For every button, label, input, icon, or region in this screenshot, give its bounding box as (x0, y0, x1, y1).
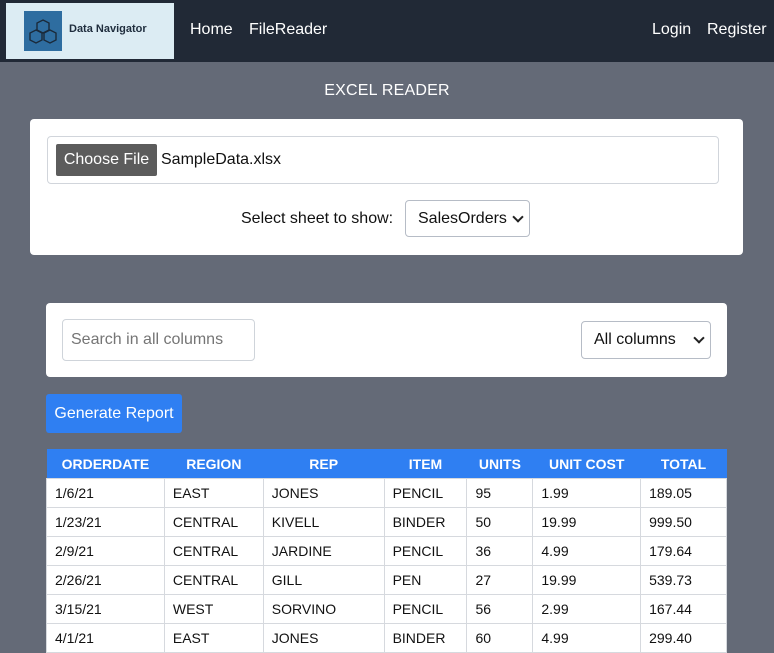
cell-orderdate: 1/6/21 (46, 478, 165, 508)
cell-rep: SORVINO (262, 594, 385, 624)
generate-report-button[interactable]: Generate Report (46, 394, 182, 433)
cell-region: CENTRAL (163, 507, 264, 537)
filter-card: All columns (46, 303, 727, 377)
cell-rep: JONES (262, 478, 385, 508)
cubes-logo-icon (24, 11, 62, 51)
chevron-down-icon (512, 211, 524, 223)
navbar: Data Navigator Home FileReader Login Reg… (0, 0, 774, 62)
cell-units: 60 (466, 623, 534, 653)
cell-region: EAST (163, 623, 264, 653)
cell-item: PENCIL (383, 478, 468, 508)
choose-file-button[interactable]: Choose File (56, 144, 157, 176)
table-row: 1/6/21 EAST JONES PENCIL 95 1.99 189.05 (46, 478, 727, 508)
cell-item: PENCIL (383, 536, 468, 566)
table-header-row: ORDERDATE REGION REP ITEM UNITS UNIT COS… (46, 449, 727, 479)
column-filter-value: All columns (594, 331, 676, 348)
cell-orderdate: 2/9/21 (46, 536, 165, 566)
file-upload-card: Choose File SampleData.xlsx Select sheet… (30, 119, 743, 255)
cell-orderdate: 2/26/21 (46, 565, 165, 595)
header-region[interactable]: REGION (164, 449, 264, 479)
cell-orderdate: 1/23/21 (46, 507, 165, 537)
header-orderdate[interactable]: ORDERDATE (46, 449, 165, 479)
header-unit-cost[interactable]: UNIT COST (532, 449, 641, 479)
header-rep[interactable]: REP (263, 449, 385, 479)
cell-orderdate: 3/15/21 (46, 594, 165, 624)
cell-rep: KIVELL (262, 507, 385, 537)
logo-text: Data Navigator (69, 23, 147, 35)
nav-login-link[interactable]: Login (652, 21, 691, 39)
cell-unit-cost: 1.99 (532, 478, 642, 508)
cell-total: 179.64 (640, 536, 727, 566)
nav-register-link[interactable]: Register (707, 21, 767, 39)
cell-units: 27 (466, 565, 534, 595)
cell-rep: GILL (262, 565, 385, 595)
header-item[interactable]: ITEM (384, 449, 467, 479)
cell-total: 189.05 (640, 478, 727, 508)
cell-item: BINDER (383, 623, 468, 653)
cell-units: 95 (466, 478, 534, 508)
cell-region: CENTRAL (163, 565, 264, 595)
table-row: 3/15/21 WEST SORVINO PENCIL 56 2.99 167.… (46, 594, 727, 624)
cell-region: WEST (163, 594, 264, 624)
column-filter-select[interactable]: All columns (581, 321, 711, 359)
sheet-select[interactable]: SalesOrders (405, 200, 530, 237)
cell-item: BINDER (383, 507, 468, 537)
nav-filereader-link[interactable]: FileReader (249, 21, 327, 39)
header-total[interactable]: TOTAL (640, 449, 727, 479)
table-row: 2/9/21 CENTRAL JARDINE PENCIL 36 4.99 17… (46, 536, 727, 566)
chevron-down-icon (693, 332, 705, 344)
cell-units: 56 (466, 594, 534, 624)
cell-item: PENCIL (383, 594, 468, 624)
page-title: EXCEL READER (324, 82, 450, 99)
search-input[interactable] (62, 319, 255, 361)
cell-region: EAST (163, 478, 264, 508)
sheet-select-label: Select sheet to show: (241, 210, 394, 227)
cell-total: 539.73 (640, 565, 727, 595)
cell-total: 167.44 (640, 594, 727, 624)
table-row: 1/23/21 CENTRAL KIVELL BINDER 50 19.99 9… (46, 507, 727, 537)
file-input[interactable]: Choose File SampleData.xlsx (47, 136, 719, 184)
sheet-select-value: SalesOrders (418, 210, 507, 227)
logo[interactable]: Data Navigator (6, 3, 174, 59)
cell-units: 36 (466, 536, 534, 566)
nav-home-link[interactable]: Home (190, 21, 233, 39)
cell-rep: JARDINE (262, 536, 385, 566)
cell-unit-cost: 4.99 (532, 623, 642, 653)
cell-region: CENTRAL (163, 536, 264, 566)
cell-unit-cost: 4.99 (532, 536, 642, 566)
cell-units: 50 (466, 507, 534, 537)
data-table: ORDERDATE REGION REP ITEM UNITS UNIT COS… (46, 449, 727, 653)
header-units[interactable]: UNITS (466, 449, 533, 479)
table-row: 2/26/21 CENTRAL GILL PEN 27 19.99 539.73 (46, 565, 727, 595)
cell-orderdate: 4/1/21 (46, 623, 165, 653)
cell-total: 999.50 (640, 507, 727, 537)
cell-total: 299.40 (640, 623, 727, 653)
selected-file-name: SampleData.xlsx (161, 151, 282, 168)
cell-rep: JONES (262, 623, 385, 653)
cell-unit-cost: 19.99 (532, 507, 642, 537)
table-row: 4/1/21 EAST JONES BINDER 60 4.99 299.40 (46, 623, 727, 653)
cell-item: PEN (383, 565, 468, 595)
cell-unit-cost: 19.99 (532, 565, 642, 595)
cell-unit-cost: 2.99 (532, 594, 642, 624)
